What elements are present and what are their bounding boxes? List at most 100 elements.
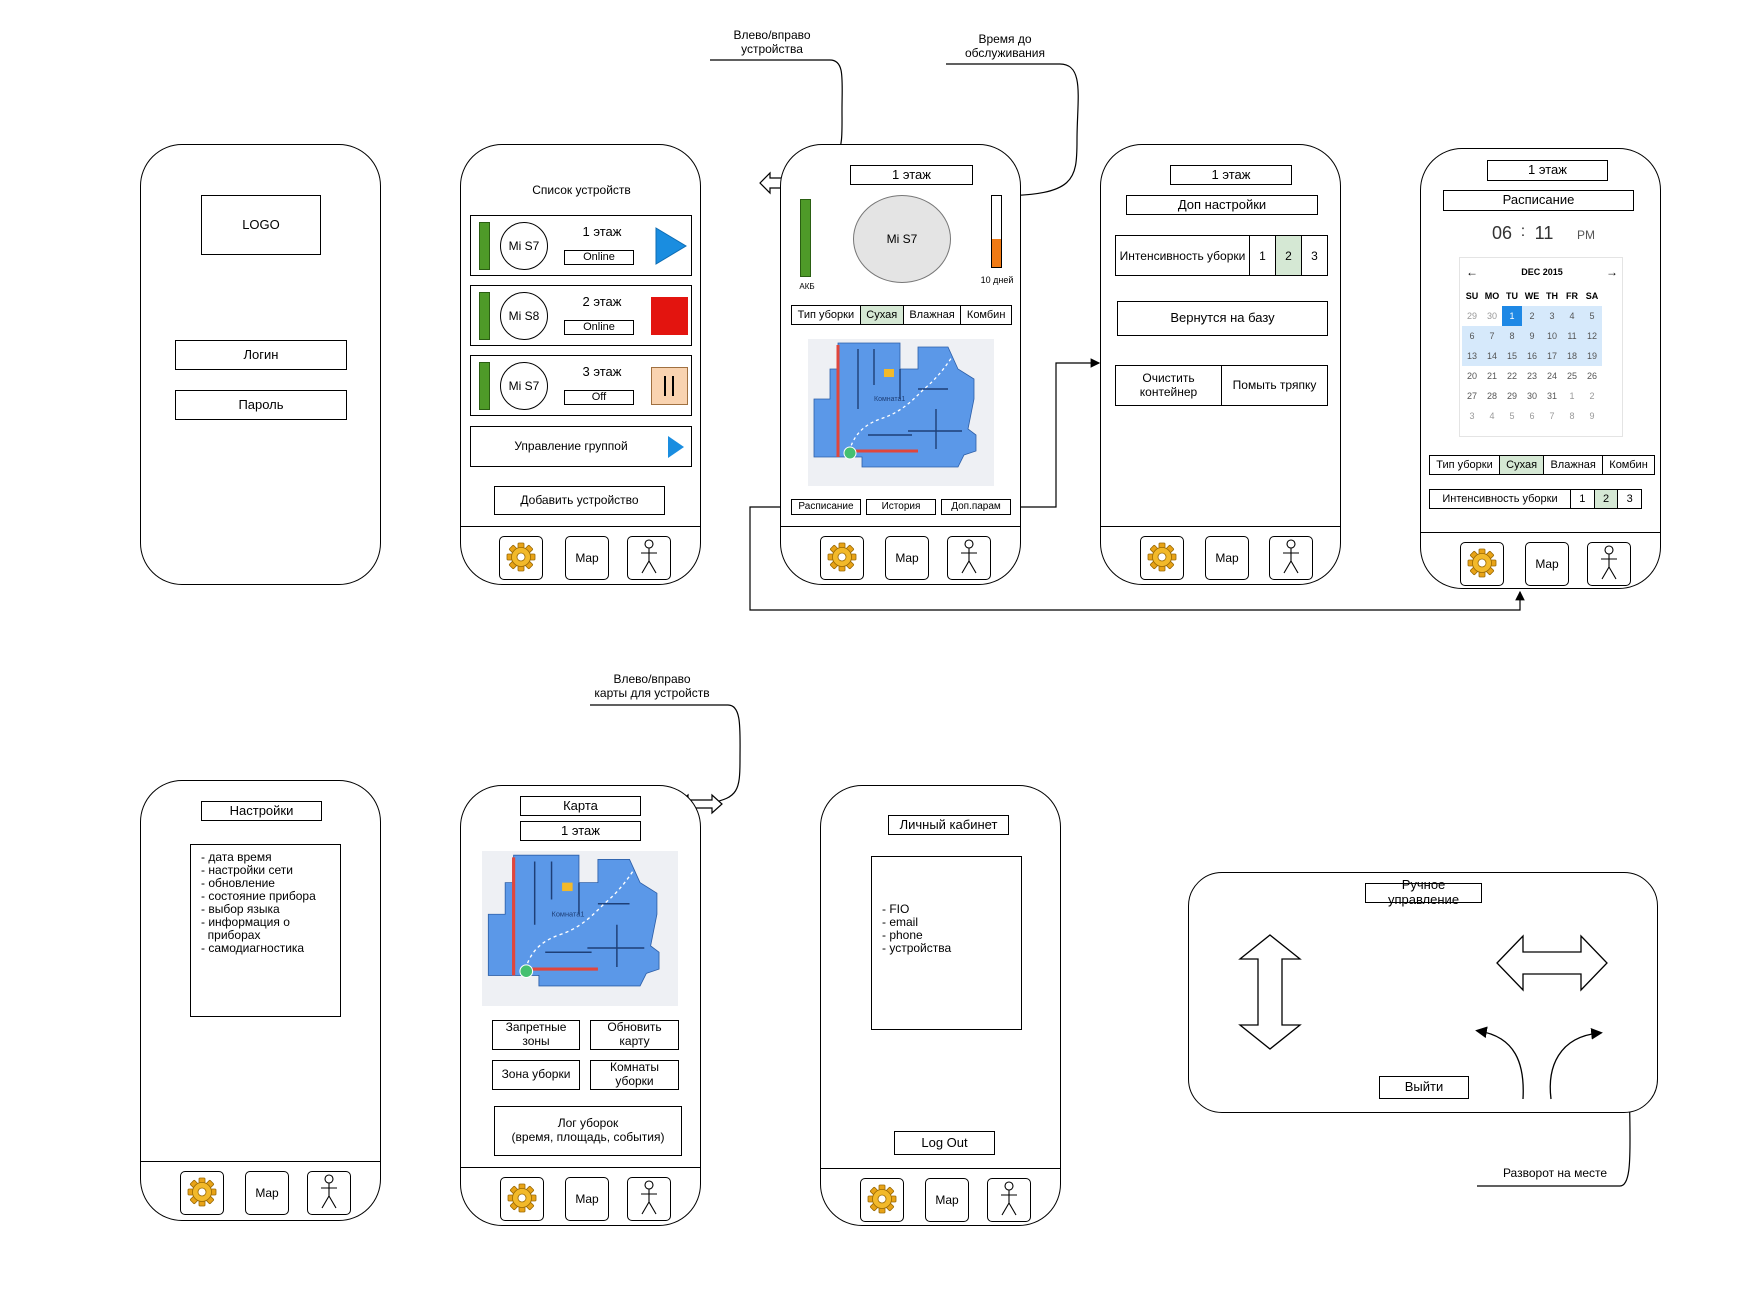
profile-nav-button[interactable]	[947, 536, 991, 580]
time-minutes[interactable]: 11	[1529, 223, 1559, 244]
segment-option[interactable]: 3	[1617, 490, 1641, 508]
stop-icon[interactable]	[651, 297, 688, 335]
calendar-day[interactable]: 2	[1582, 386, 1602, 406]
calendar-day[interactable]: 6	[1522, 406, 1542, 426]
left-right-arrow-icon[interactable]	[1495, 933, 1609, 993]
schedule-button[interactable]: Расписание	[791, 499, 861, 515]
group-control-button[interactable]: Управление группой	[470, 426, 692, 467]
calendar-day[interactable]: 1	[1562, 386, 1582, 406]
settings-nav-button[interactable]	[860, 1178, 904, 1222]
segment-option[interactable]: 1	[1570, 490, 1594, 508]
calendar-day[interactable]: 30	[1482, 306, 1502, 326]
calendar-day[interactable]: 12	[1582, 326, 1602, 346]
exit-button[interactable]: Выйти	[1379, 1076, 1469, 1099]
segment-option[interactable]: Влажная	[1543, 456, 1602, 474]
calendar-day[interactable]: 29	[1462, 306, 1482, 326]
time-ampm[interactable]: PM	[1571, 228, 1601, 242]
calendar-day[interactable]: 26	[1582, 366, 1602, 386]
profile-nav-button[interactable]	[627, 1177, 671, 1221]
segment-option[interactable]: Влажная	[902, 306, 961, 324]
restricted-zones-button[interactable]: Запретные зоны	[492, 1020, 580, 1050]
map-nav-button[interactable]: Map	[925, 1178, 969, 1222]
calendar-day[interactable]: 27	[1462, 386, 1482, 406]
segment-option[interactable]: 2	[1275, 236, 1301, 275]
play-icon[interactable]	[654, 226, 688, 266]
calendar-day[interactable]: 20	[1462, 366, 1482, 386]
calendar-day[interactable]: 11	[1562, 326, 1582, 346]
calendar-day[interactable]: 1	[1502, 306, 1522, 326]
segment-option[interactable]: Сухая	[1498, 456, 1544, 474]
calendar-day[interactable]: 18	[1562, 346, 1582, 366]
calendar-day[interactable]: 4	[1482, 406, 1502, 426]
calendar-day[interactable]: 14	[1482, 346, 1502, 366]
cleaning-rooms-button[interactable]: Комнаты уборки	[590, 1060, 679, 1090]
refresh-map-button[interactable]: Обновить карту	[590, 1020, 679, 1050]
calendar-day[interactable]: 15	[1502, 346, 1522, 366]
settings-nav-button[interactable]	[1140, 536, 1184, 580]
settings-nav-button[interactable]	[180, 1171, 224, 1215]
calendar-day[interactable]: 2	[1522, 306, 1542, 326]
calendar-day[interactable]: 3	[1462, 406, 1482, 426]
calendar-day[interactable]: 19	[1582, 346, 1602, 366]
calendar-day[interactable]: 29	[1502, 386, 1522, 406]
calendar-day[interactable]: 23	[1522, 366, 1542, 386]
login-field[interactable]: Логин	[175, 340, 347, 370]
map-nav-button[interactable]: Map	[565, 536, 609, 580]
segment-option[interactable]: Сухая	[859, 306, 903, 324]
pause-icon[interactable]	[651, 367, 688, 405]
arrow-left-icon[interactable]: ←	[1466, 265, 1478, 279]
floor-map[interactable]: Комната1	[808, 339, 994, 486]
forward-backward-arrow-icon[interactable]	[1237, 933, 1303, 1051]
profile-nav-button[interactable]	[987, 1178, 1031, 1222]
turn-in-place-arrows-icon[interactable]	[1475, 1023, 1609, 1101]
calendar-day[interactable]: 28	[1482, 386, 1502, 406]
floor-map[interactable]: Комната1	[482, 851, 678, 1006]
logout-button[interactable]: Log Out	[894, 1131, 995, 1155]
calendar-day[interactable]: 31	[1542, 386, 1562, 406]
calendar-day[interactable]: 25	[1562, 366, 1582, 386]
password-field[interactable]: Пароль	[175, 390, 347, 420]
settings-list-item[interactable]: - самодиагностика	[201, 942, 330, 955]
history-button[interactable]: История	[866, 499, 936, 515]
device-card-1[interactable]: Mi S7 1 этаж Online	[470, 215, 692, 276]
segment-option[interactable]: 3	[1301, 236, 1327, 275]
calendar-day[interactable]: 8	[1502, 326, 1522, 346]
clean-container-button[interactable]: Очистить контейнер	[1115, 365, 1222, 406]
segment-option[interactable]: Комбин	[960, 306, 1011, 324]
settings-nav-button[interactable]	[1460, 542, 1504, 586]
profile-nav-button[interactable]	[1587, 542, 1631, 586]
calendar-day[interactable]: 7	[1482, 326, 1502, 346]
calendar-day[interactable]: 6	[1462, 326, 1482, 346]
add-device-button[interactable]: Добавить устройство	[494, 486, 665, 515]
device-card-3[interactable]: Mi S7 3 этаж Off	[470, 355, 692, 416]
map-nav-button[interactable]: Map	[1525, 542, 1569, 586]
calendar-day[interactable]: 13	[1462, 346, 1482, 366]
map-nav-button[interactable]: Map	[565, 1177, 609, 1221]
calendar-day[interactable]: 10	[1542, 326, 1562, 346]
settings-list-item[interactable]: - информация о приборах	[201, 916, 330, 942]
time-hours[interactable]: 06	[1487, 223, 1517, 244]
settings-nav-button[interactable]	[820, 536, 864, 580]
device-card-2[interactable]: Mi S8 2 этаж Online	[470, 285, 692, 346]
cleaning-zone-button[interactable]: Зона уборки	[492, 1060, 580, 1090]
segment-option[interactable]: 2	[1593, 490, 1618, 508]
profile-nav-button[interactable]	[307, 1171, 351, 1215]
calendar-day[interactable]: 8	[1562, 406, 1582, 426]
calendar-day[interactable]: 9	[1522, 326, 1542, 346]
cleaning-log-button[interactable]: Лог уборок (время, площадь, события)	[494, 1106, 682, 1156]
calendar-day[interactable]: 4	[1562, 306, 1582, 326]
map-nav-button[interactable]: Map	[245, 1171, 289, 1215]
segment-option[interactable]: 1	[1249, 236, 1275, 275]
map-nav-button[interactable]: Map	[1205, 536, 1249, 580]
calendar-day[interactable]: 7	[1542, 406, 1562, 426]
calendar-day[interactable]: 16	[1522, 346, 1542, 366]
extra-params-button[interactable]: Доп.парам	[941, 499, 1011, 515]
calendar-day[interactable]: 9	[1582, 406, 1602, 426]
wash-mop-button[interactable]: Помыть тряпку	[1221, 365, 1328, 406]
calendar-day[interactable]: 3	[1542, 306, 1562, 326]
arrow-right-icon[interactable]: →	[1606, 265, 1618, 279]
calendar-day[interactable]: 22	[1502, 366, 1522, 386]
settings-nav-button[interactable]	[500, 1177, 544, 1221]
profile-nav-button[interactable]	[1269, 536, 1313, 580]
calendar-day[interactable]: 24	[1542, 366, 1562, 386]
